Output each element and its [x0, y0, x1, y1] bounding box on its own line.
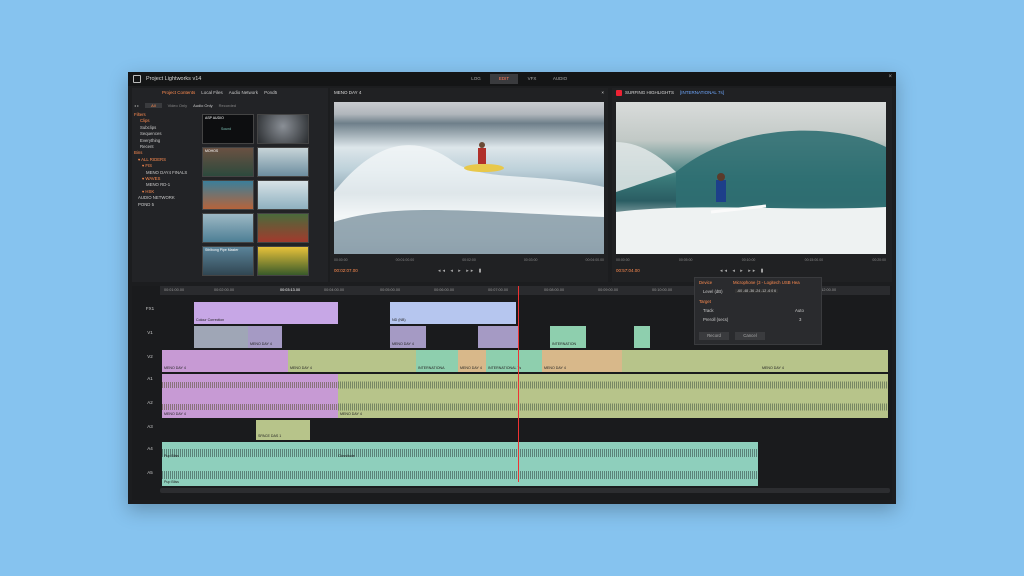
source-viewer-title: MENO DAY 4 × — [330, 88, 608, 98]
record-viewer-title: SURFING HIGHLIGHTS [INTERNATIONAL 7s] — [612, 88, 892, 98]
track-name[interactable]: V2 — [140, 354, 160, 359]
playhead[interactable] — [518, 286, 519, 482]
close-icon[interactable]: × — [888, 74, 892, 80]
timeline-clip[interactable]: Colour Correction — [194, 302, 338, 324]
timeline-scrollbar[interactable] — [160, 488, 890, 493]
tab-edit[interactable]: EDIT — [490, 74, 518, 84]
voiceover-record-panel: Device Microphone (3 - Logitech USB Hea … — [694, 277, 822, 345]
clip-thumbnail[interactable] — [257, 180, 309, 210]
waveform-icon — [162, 449, 758, 479]
browser-toolbar: ◂ ▸ All Video Only Audio Only Recorded — [134, 101, 326, 109]
record-video-frame[interactable] — [616, 102, 886, 254]
record-dot-icon — [616, 89, 622, 96]
timeline-clip[interactable]: ND (NB) — [390, 302, 516, 324]
app-title: Project Lightworks v14 — [146, 76, 202, 82]
mode-tabs: LOG EDIT VFX AUDIO — [462, 74, 574, 84]
track-label: Track — [703, 308, 714, 313]
timeline-clip[interactable]: MENO DAY 4 — [390, 326, 426, 348]
record-timecode: 00:57:04.00 — [616, 268, 640, 273]
clip-thumbnail[interactable] — [257, 147, 309, 177]
audio-clip[interactable]: SPACE DAS 1 — [256, 420, 310, 440]
close-icon[interactable]: × — [601, 88, 604, 98]
track-select[interactable]: Auto — [795, 308, 804, 313]
record-ruler[interactable]: 00:00:00 00:05:00 00:10:00 00:15:00.00 0… — [616, 258, 886, 264]
track-name[interactable]: A2 — [140, 400, 160, 405]
preroll-label: Preroll (secs) — [703, 317, 729, 322]
transport-controls[interactable]: ◂◂ ◂ ▸ ▸▸ ▮ — [438, 268, 483, 274]
record-viewer: SURFING HIGHLIGHTS [INTERNATIONAL 7s] 00:… — [612, 88, 892, 282]
timeline-clip[interactable]: INTERNATIONA — [416, 350, 458, 372]
filter-recorded[interactable]: Recorded — [219, 103, 236, 108]
tab-audio-network[interactable]: Audio Network — [229, 90, 258, 98]
timeline-clip[interactable]: MENO DAY 4 — [288, 350, 416, 372]
filter-audio-only[interactable]: Audio Only — [193, 103, 213, 108]
filter-video-only[interactable]: Video Only — [168, 103, 188, 108]
clip-thumbnail[interactable] — [202, 213, 254, 243]
timeline-clip[interactable] — [634, 326, 650, 348]
browser-tabs: Project Contents Local Files Audio Netwo… — [132, 88, 328, 98]
level-label: Level (dB) — [703, 289, 723, 294]
track-name[interactable]: A5 — [140, 470, 160, 475]
bin-tree: Filters Clips Subclips Sequences Everyth… — [134, 112, 198, 280]
track-name[interactable]: V1 — [140, 330, 160, 335]
track-name[interactable]: A3 — [140, 424, 160, 429]
timeline-clip[interactable]: INTERNATIONAL 7s — [486, 350, 542, 372]
device-select[interactable]: Microphone (3 - Logitech USB Hea — [733, 280, 800, 285]
preroll-stepper[interactable]: 3 — [799, 317, 801, 322]
timeline-clip[interactable]: MENO DAY 4 — [542, 350, 622, 372]
wave-surfer-image — [334, 142, 604, 254]
level-meter: -60 -48 -36 -24 -12 -6 0 6 — [735, 289, 779, 293]
source-viewer: MENO DAY 4 × 00:00:00 00:01:00.00 00:02:0… — [330, 88, 608, 282]
tab-log[interactable]: LOG — [462, 74, 490, 84]
timeline-clip[interactable] — [478, 326, 518, 348]
tab-audio[interactable]: AUDIO — [546, 74, 574, 84]
tab-local-files[interactable]: Local Files — [201, 90, 223, 98]
target-label: Target — [699, 299, 711, 304]
source-timecode: 00:02:07.00 — [334, 268, 358, 273]
timeline-clip[interactable]: MENO DAY 4 — [458, 350, 486, 372]
source-video-frame[interactable] — [334, 102, 604, 254]
timeline-clip[interactable]: INTERNATION — [550, 326, 586, 348]
record-button[interactable]: Record — [699, 332, 729, 340]
timeline-clip[interactable] — [194, 326, 254, 348]
tree-item[interactable]: POND 5 — [134, 202, 198, 208]
track-name[interactable]: FX1 — [140, 306, 160, 311]
track-name[interactable]: A1 — [140, 376, 160, 381]
timeline-clip[interactable]: MENO DAY 4 — [248, 326, 282, 348]
track-name[interactable]: A4 — [140, 446, 160, 451]
lightworks-logo-icon — [133, 75, 141, 83]
clip-thumbnail[interactable]: Sthlbong Pipe Master — [202, 246, 254, 276]
audio-clip[interactable]: MENO DAY 4 — [338, 374, 888, 418]
back-icon[interactable]: ◂ ▸ — [134, 103, 139, 108]
tab-pond5[interactable]: Pond5 — [264, 90, 277, 98]
timeline-clip[interactable]: MENO DAY 4 — [622, 350, 888, 372]
audio-clip[interactable]: MENO DAY 4 — [162, 374, 338, 418]
tab-project-contents[interactable]: Project Contents — [162, 90, 195, 98]
timeline-clip[interactable]: MENO DAY 4 — [162, 350, 288, 372]
barrel-surfer-image — [616, 130, 886, 254]
filter-all[interactable]: All — [145, 102, 162, 108]
waveform-icon — [162, 382, 338, 410]
clip-thumbnail[interactable]: MOHOS — [202, 147, 254, 177]
audio-clip[interactable]: Pup Bliss Clossitude Pup Bliss — [162, 442, 758, 486]
clip-thumbnail[interactable] — [202, 180, 254, 210]
clip-thumbnail[interactable] — [257, 213, 309, 243]
title-bar: Project Lightworks v14 LOG EDIT VFX AUDI… — [128, 72, 896, 86]
source-ruler[interactable]: 00:00:00 00:01:00.00 00:02:00 00:03:00 0… — [334, 258, 604, 264]
transport-controls[interactable]: ◂◂ ◂ ▸ ▸▸ ▮ — [720, 268, 765, 274]
waveform-icon — [338, 381, 888, 411]
cancel-button[interactable]: Cancel — [735, 332, 765, 340]
clip-thumbnails: ASP AUDIO Sound MOHOS Sthlbong Pipe Mast… — [202, 114, 320, 284]
clip-thumbnail[interactable] — [257, 114, 309, 144]
app-window: Project Lightworks v14 LOG EDIT VFX AUDI… — [128, 72, 896, 504]
clip-thumbnail[interactable]: ASP AUDIO Sound — [202, 114, 254, 144]
device-label: Device — [699, 280, 713, 285]
content-browser: Project Contents Local Files Audio Netwo… — [132, 88, 328, 282]
clip-thumbnail[interactable] — [257, 246, 309, 276]
tab-vfx[interactable]: VFX — [518, 74, 546, 84]
